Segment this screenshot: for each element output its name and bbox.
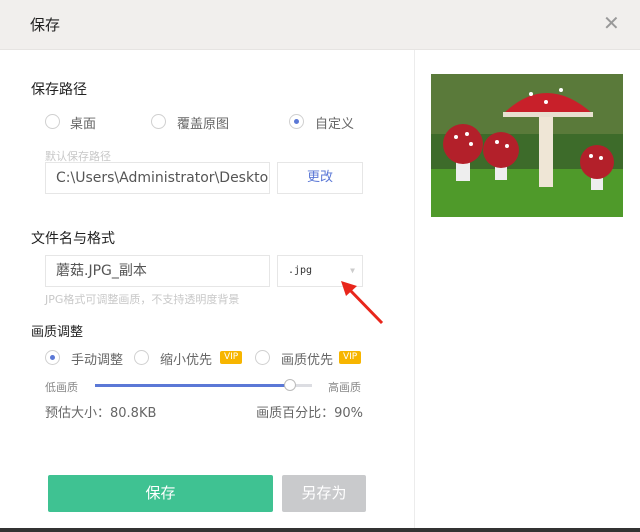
- radio-manual[interactable]: [45, 350, 60, 365]
- file-heading: 文件名与格式: [31, 231, 115, 247]
- radio-quality-label[interactable]: 画质优先: [281, 349, 333, 368]
- radio-custom[interactable]: [289, 114, 304, 129]
- vip-badge: VIP: [220, 351, 243, 364]
- format-value: .jpg: [288, 265, 313, 276]
- radio-size-priority[interactable]: [134, 350, 149, 365]
- quality-percent: 画质百分比：90%: [256, 406, 363, 421]
- radio-custom-label[interactable]: 自定义: [315, 113, 354, 132]
- close-icon[interactable]: ✕: [603, 11, 620, 35]
- format-hint: JPG格式可调整画质，不支持透明度背景: [45, 293, 240, 306]
- estimated-size: 预估大小：80.8KB: [45, 406, 157, 421]
- save-path-heading: 保存路径: [31, 82, 87, 98]
- save-as-button[interactable]: 另存为: [282, 475, 366, 512]
- dialog-title: 保存: [30, 16, 61, 34]
- taskbar-edge: [0, 528, 640, 532]
- radio-overwrite[interactable]: [151, 114, 166, 129]
- slider-fill: [95, 384, 291, 387]
- high-quality-label: 高画质: [328, 381, 361, 394]
- slider-thumb[interactable]: [284, 379, 297, 391]
- radio-desktop[interactable]: [45, 114, 60, 129]
- change-path-button[interactable]: 更改: [277, 162, 363, 194]
- quality-heading: 画质调整: [31, 325, 84, 340]
- path-input[interactable]: C:\Users\Administrator\Desktop: [45, 162, 270, 194]
- radio-quality-priority[interactable]: [255, 350, 270, 365]
- radio-overwrite-label[interactable]: 覆盖原图: [177, 113, 229, 132]
- vip-badge: VIP: [339, 351, 362, 364]
- radio-manual-label[interactable]: 手动调整: [71, 349, 123, 368]
- save-button[interactable]: 保存: [48, 475, 273, 512]
- divider: [414, 50, 415, 528]
- radio-desktop-label[interactable]: 桌面: [70, 113, 96, 132]
- radio-size-label[interactable]: 缩小优先: [160, 349, 212, 368]
- quality-slider[interactable]: [95, 384, 312, 387]
- low-quality-label: 低画质: [45, 381, 78, 394]
- mushroom-image: [431, 74, 623, 217]
- filename-input[interactable]: 蘑菇.JPG_副本: [45, 255, 270, 287]
- red-arrow-annotation: [341, 281, 384, 325]
- dialog-header: 保存 ✕: [0, 0, 640, 50]
- image-preview: [431, 74, 623, 217]
